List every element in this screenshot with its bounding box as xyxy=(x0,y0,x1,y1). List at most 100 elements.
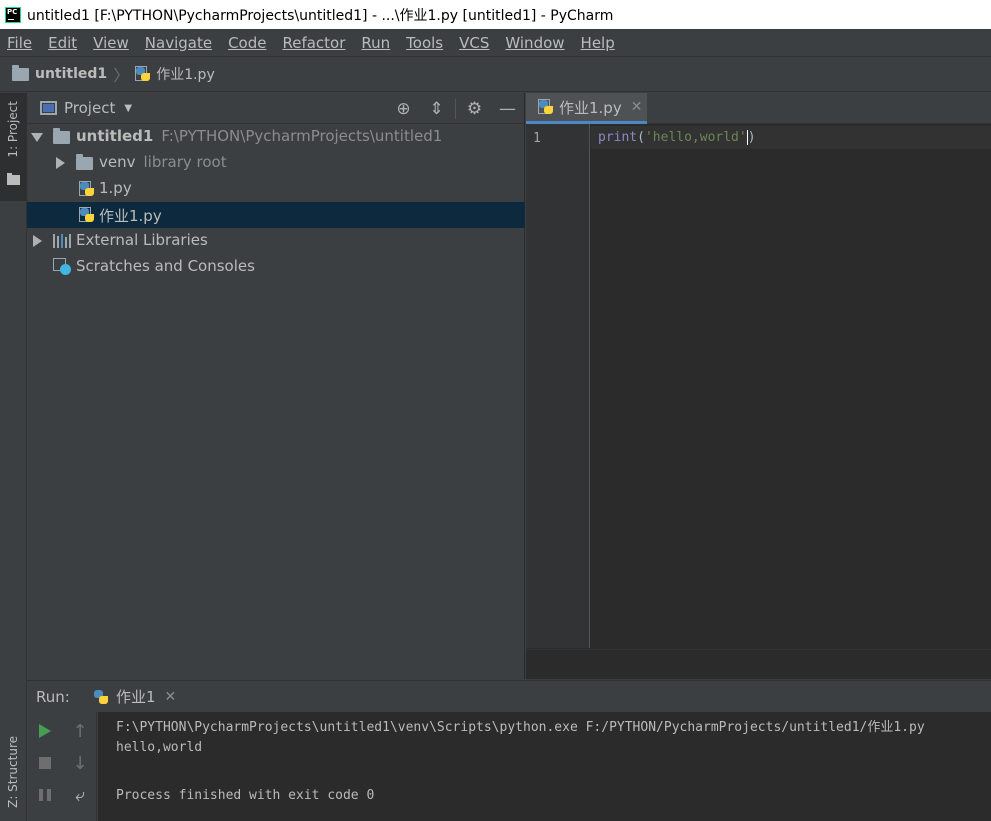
close-icon[interactable]: ✕ xyxy=(165,689,177,705)
chevron-down-icon[interactable]: ▼ xyxy=(124,103,132,114)
menu-view-label: View xyxy=(93,33,129,52)
editor-breadcrumb-area xyxy=(526,649,991,679)
tree-venv-name: venv xyxy=(99,153,136,171)
code-paren-open: ( xyxy=(637,130,645,145)
stop-button[interactable] xyxy=(30,748,60,778)
tree-root-path: F:\PYTHON\PycharmProjects\untitled1 xyxy=(161,127,443,145)
menu-view[interactable]: View xyxy=(85,34,137,52)
run-toolbar: ↑ ↓ ⤶ xyxy=(27,712,97,821)
menu-code-label: Code xyxy=(228,33,267,52)
editor-tab-bar: 作业1.py ✕ xyxy=(526,93,991,124)
rerun-button[interactable] xyxy=(30,716,60,746)
project-view-title[interactable]: Project xyxy=(64,99,115,117)
console-line: hello,world xyxy=(116,740,203,755)
code-line[interactable]: print('hello,world') xyxy=(598,130,756,145)
menu-run[interactable]: Run xyxy=(353,34,398,52)
tree-row-external-libraries[interactable]: External Libraries xyxy=(27,228,525,254)
project-folder-icon xyxy=(7,173,20,185)
tree-row-venv[interactable]: venv library root xyxy=(27,150,525,176)
collapse-all-icon[interactable]: ⇕ xyxy=(420,93,453,124)
arrow-down-icon: ↓ xyxy=(72,752,88,774)
python-file-icon xyxy=(538,99,554,115)
tree-row-scratches[interactable]: Scratches and Consoles xyxy=(27,254,525,280)
window-title: untitled1 [F:\PYTHON\PycharmProjects\unt… xyxy=(27,7,614,24)
toolbar-divider xyxy=(455,98,456,119)
menu-navigate[interactable]: Navigate xyxy=(137,34,220,52)
window-titlebar: untitled1 [F:\PYTHON\PycharmProjects\unt… xyxy=(0,0,991,29)
menu-vcs-label: VCS xyxy=(459,33,490,52)
structure-tool-tab[interactable]: Z: Structure xyxy=(0,728,27,821)
line-number-gutter: 1 xyxy=(526,124,590,648)
project-tree: untitled1 F:\PYTHON\PycharmProjects\untit… xyxy=(27,124,525,280)
left-tool-strip: 1: Project Z: Structure xyxy=(0,93,27,821)
project-tool-tab[interactable]: 1: Project xyxy=(0,93,27,201)
pause-icon xyxy=(39,789,51,801)
soft-wrap-button[interactable]: ⤶ xyxy=(65,780,95,810)
libraries-icon xyxy=(53,234,71,248)
locate-target-icon[interactable]: ⊕ xyxy=(387,93,420,124)
scratches-icon xyxy=(53,258,71,275)
menu-edit[interactable]: Edit xyxy=(40,34,85,52)
breadcrumb-separator-icon: 〉 xyxy=(113,66,130,85)
menu-refactor-label: Refactor xyxy=(282,33,346,52)
project-panel-header: Project ▼ ⊕ ⇕ ⚙ — xyxy=(27,93,524,124)
scroll-down-button[interactable]: ↓ xyxy=(65,748,95,778)
menu-tools[interactable]: Tools xyxy=(398,34,451,52)
run-tab[interactable]: 作业1 ✕ xyxy=(83,681,186,712)
line-number: 1 xyxy=(533,131,541,146)
expand-arrow-icon[interactable] xyxy=(33,235,42,247)
folder-icon xyxy=(76,154,93,170)
code-paren-close: ) xyxy=(747,130,756,145)
editor-tab-label: 作业1.py xyxy=(559,98,622,117)
stop-icon xyxy=(39,757,51,769)
python-file-icon xyxy=(79,181,95,197)
expand-arrow-icon[interactable] xyxy=(56,157,65,169)
hide-panel-icon[interactable]: — xyxy=(491,93,524,124)
menu-file-label: File xyxy=(7,33,33,52)
console-output[interactable]: F:\PYTHON\PycharmProjects\untitled1\venv… xyxy=(98,712,991,821)
menu-navigate-label: Navigate xyxy=(144,33,213,52)
tree-root-name: untitled1 xyxy=(76,127,154,145)
expand-arrow-icon[interactable] xyxy=(31,133,43,142)
structure-tool-tab-label: Z: Structure xyxy=(6,736,20,808)
folder-icon xyxy=(12,64,29,81)
tree-scratches-label: Scratches and Consoles xyxy=(76,257,255,275)
menu-vcs[interactable]: VCS xyxy=(451,34,497,52)
code-area[interactable]: print('hello,world') xyxy=(591,124,991,648)
gear-icon[interactable]: ⚙ xyxy=(458,93,491,124)
run-tab-label: 作业1 xyxy=(116,688,156,706)
console-line: F:\PYTHON\PycharmProjects\untitled1\venv… xyxy=(116,720,925,735)
arrow-up-icon: ↑ xyxy=(72,720,88,742)
menu-refactor[interactable]: Refactor xyxy=(274,34,353,52)
soft-wrap-icon: ⤶ xyxy=(74,784,86,806)
breadcrumb: untitled1 〉 作业1.py xyxy=(0,57,991,92)
menu-window[interactable]: Window xyxy=(497,34,572,52)
play-icon xyxy=(39,724,51,738)
editor-tab-active[interactable]: 作业1.py ✕ xyxy=(526,93,647,124)
editor: 作业1.py ✕ 1 print('hello,world') xyxy=(526,93,991,679)
close-icon[interactable]: ✕ xyxy=(631,99,643,115)
code-function: print xyxy=(598,130,638,145)
python-file-icon xyxy=(135,66,151,82)
breadcrumb-file[interactable]: 作业1.py xyxy=(156,64,215,84)
menu-help[interactable]: Help xyxy=(573,34,623,52)
run-label: Run: xyxy=(36,687,70,706)
menu-edit-label: Edit xyxy=(48,33,78,52)
tree-row-root[interactable]: untitled1 F:\PYTHON\PycharmProjects\untit… xyxy=(27,124,525,150)
tree-file-name: 1.py xyxy=(99,179,132,197)
code-string: 'hello,world' xyxy=(644,130,747,145)
run-panel-header: Run: 作业1 ✕ xyxy=(27,681,991,712)
project-tool-tab-label: 1: Project xyxy=(6,101,20,158)
menu-code[interactable]: Code xyxy=(220,34,274,52)
pause-button[interactable] xyxy=(30,780,60,810)
menu-file[interactable]: File xyxy=(0,34,40,52)
breadcrumb-project[interactable]: untitled1 xyxy=(35,66,107,82)
project-panel: Project ▼ ⊕ ⇕ ⚙ — untitled1 F:\PYTHON\Pyc… xyxy=(27,93,525,679)
tree-row-file-selected[interactable]: 作业1.py xyxy=(27,202,525,228)
menu-run-label: Run xyxy=(361,33,391,52)
tree-row-file[interactable]: 1.py xyxy=(27,176,525,202)
tree-external-label: External Libraries xyxy=(76,231,208,249)
project-view-icon xyxy=(40,101,57,115)
scroll-up-button[interactable]: ↑ xyxy=(65,716,95,746)
run-panel: Run: 作业1 ✕ ↑ ↓ ⤶ F:\PYTHON\PycharmProjec… xyxy=(27,680,991,821)
